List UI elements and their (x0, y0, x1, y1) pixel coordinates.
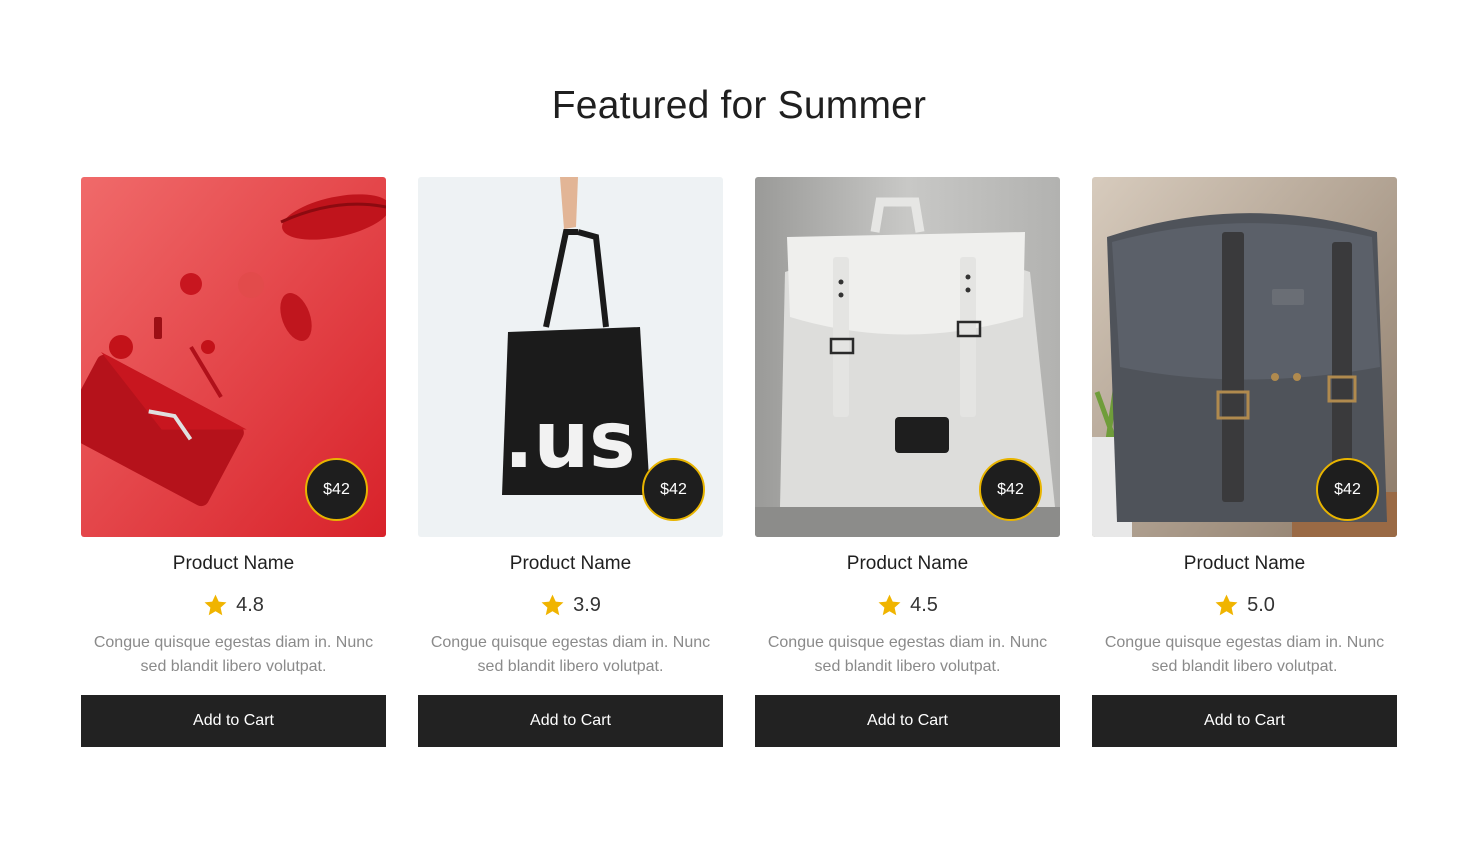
product-name[interactable]: Product Name (173, 552, 294, 576)
product-image[interactable]: $42 (1092, 177, 1397, 537)
product-rating: 4.8 (203, 592, 264, 618)
product-name[interactable]: Product Name (847, 552, 968, 576)
product-description: Congue quisque egestas diam in. Nunc sed… (430, 634, 711, 675)
product-grid: $42 Product Name 4.8 Congue quisque eges… (81, 177, 1399, 747)
product-image[interactable]: .us $42 (418, 177, 723, 537)
rating-value: 3.9 (573, 593, 601, 616)
add-to-cart-button[interactable]: Add to Cart (81, 695, 386, 747)
product-description: Congue quisque egestas diam in. Nunc sed… (93, 634, 374, 675)
rating-value: 4.5 (910, 593, 938, 616)
star-icon (1215, 594, 1238, 615)
add-to-cart-button[interactable]: Add to Cart (1092, 695, 1397, 747)
product-rating: 4.5 (877, 592, 938, 618)
product-rating: 3.9 (540, 592, 601, 618)
product-card: .us $42 Product Name 3.9 Congue quisque … (418, 177, 723, 747)
product-card: $42 Product Name 4.8 Congue quisque eges… (81, 177, 386, 747)
price-badge: $42 (1316, 458, 1379, 521)
add-to-cart-button[interactable]: Add to Cart (755, 695, 1060, 747)
product-description: Congue quisque egestas diam in. Nunc sed… (767, 634, 1048, 675)
star-icon (204, 594, 227, 615)
product-card: $42 Product Name 4.5 Congue quisque eges… (755, 177, 1060, 747)
product-name[interactable]: Product Name (1184, 552, 1305, 576)
section-title: Featured for Summer (551, 84, 927, 127)
product-name[interactable]: Product Name (510, 552, 631, 576)
price-badge: $42 (305, 458, 368, 521)
svg-text:.us: .us (504, 396, 636, 486)
price-badge: $42 (979, 458, 1042, 521)
product-card: $42 Product Name 5.0 Congue quisque eges… (1092, 177, 1397, 747)
product-image[interactable]: $42 (755, 177, 1060, 537)
price-badge: $42 (642, 458, 705, 521)
add-to-cart-button[interactable]: Add to Cart (418, 695, 723, 747)
rating-value: 5.0 (1247, 593, 1275, 616)
product-rating: 5.0 (1214, 592, 1275, 618)
product-description: Congue quisque egestas diam in. Nunc sed… (1104, 634, 1385, 675)
product-image[interactable]: $42 (81, 177, 386, 537)
rating-value: 4.8 (236, 593, 264, 616)
star-icon (541, 594, 564, 615)
star-icon (878, 594, 901, 615)
